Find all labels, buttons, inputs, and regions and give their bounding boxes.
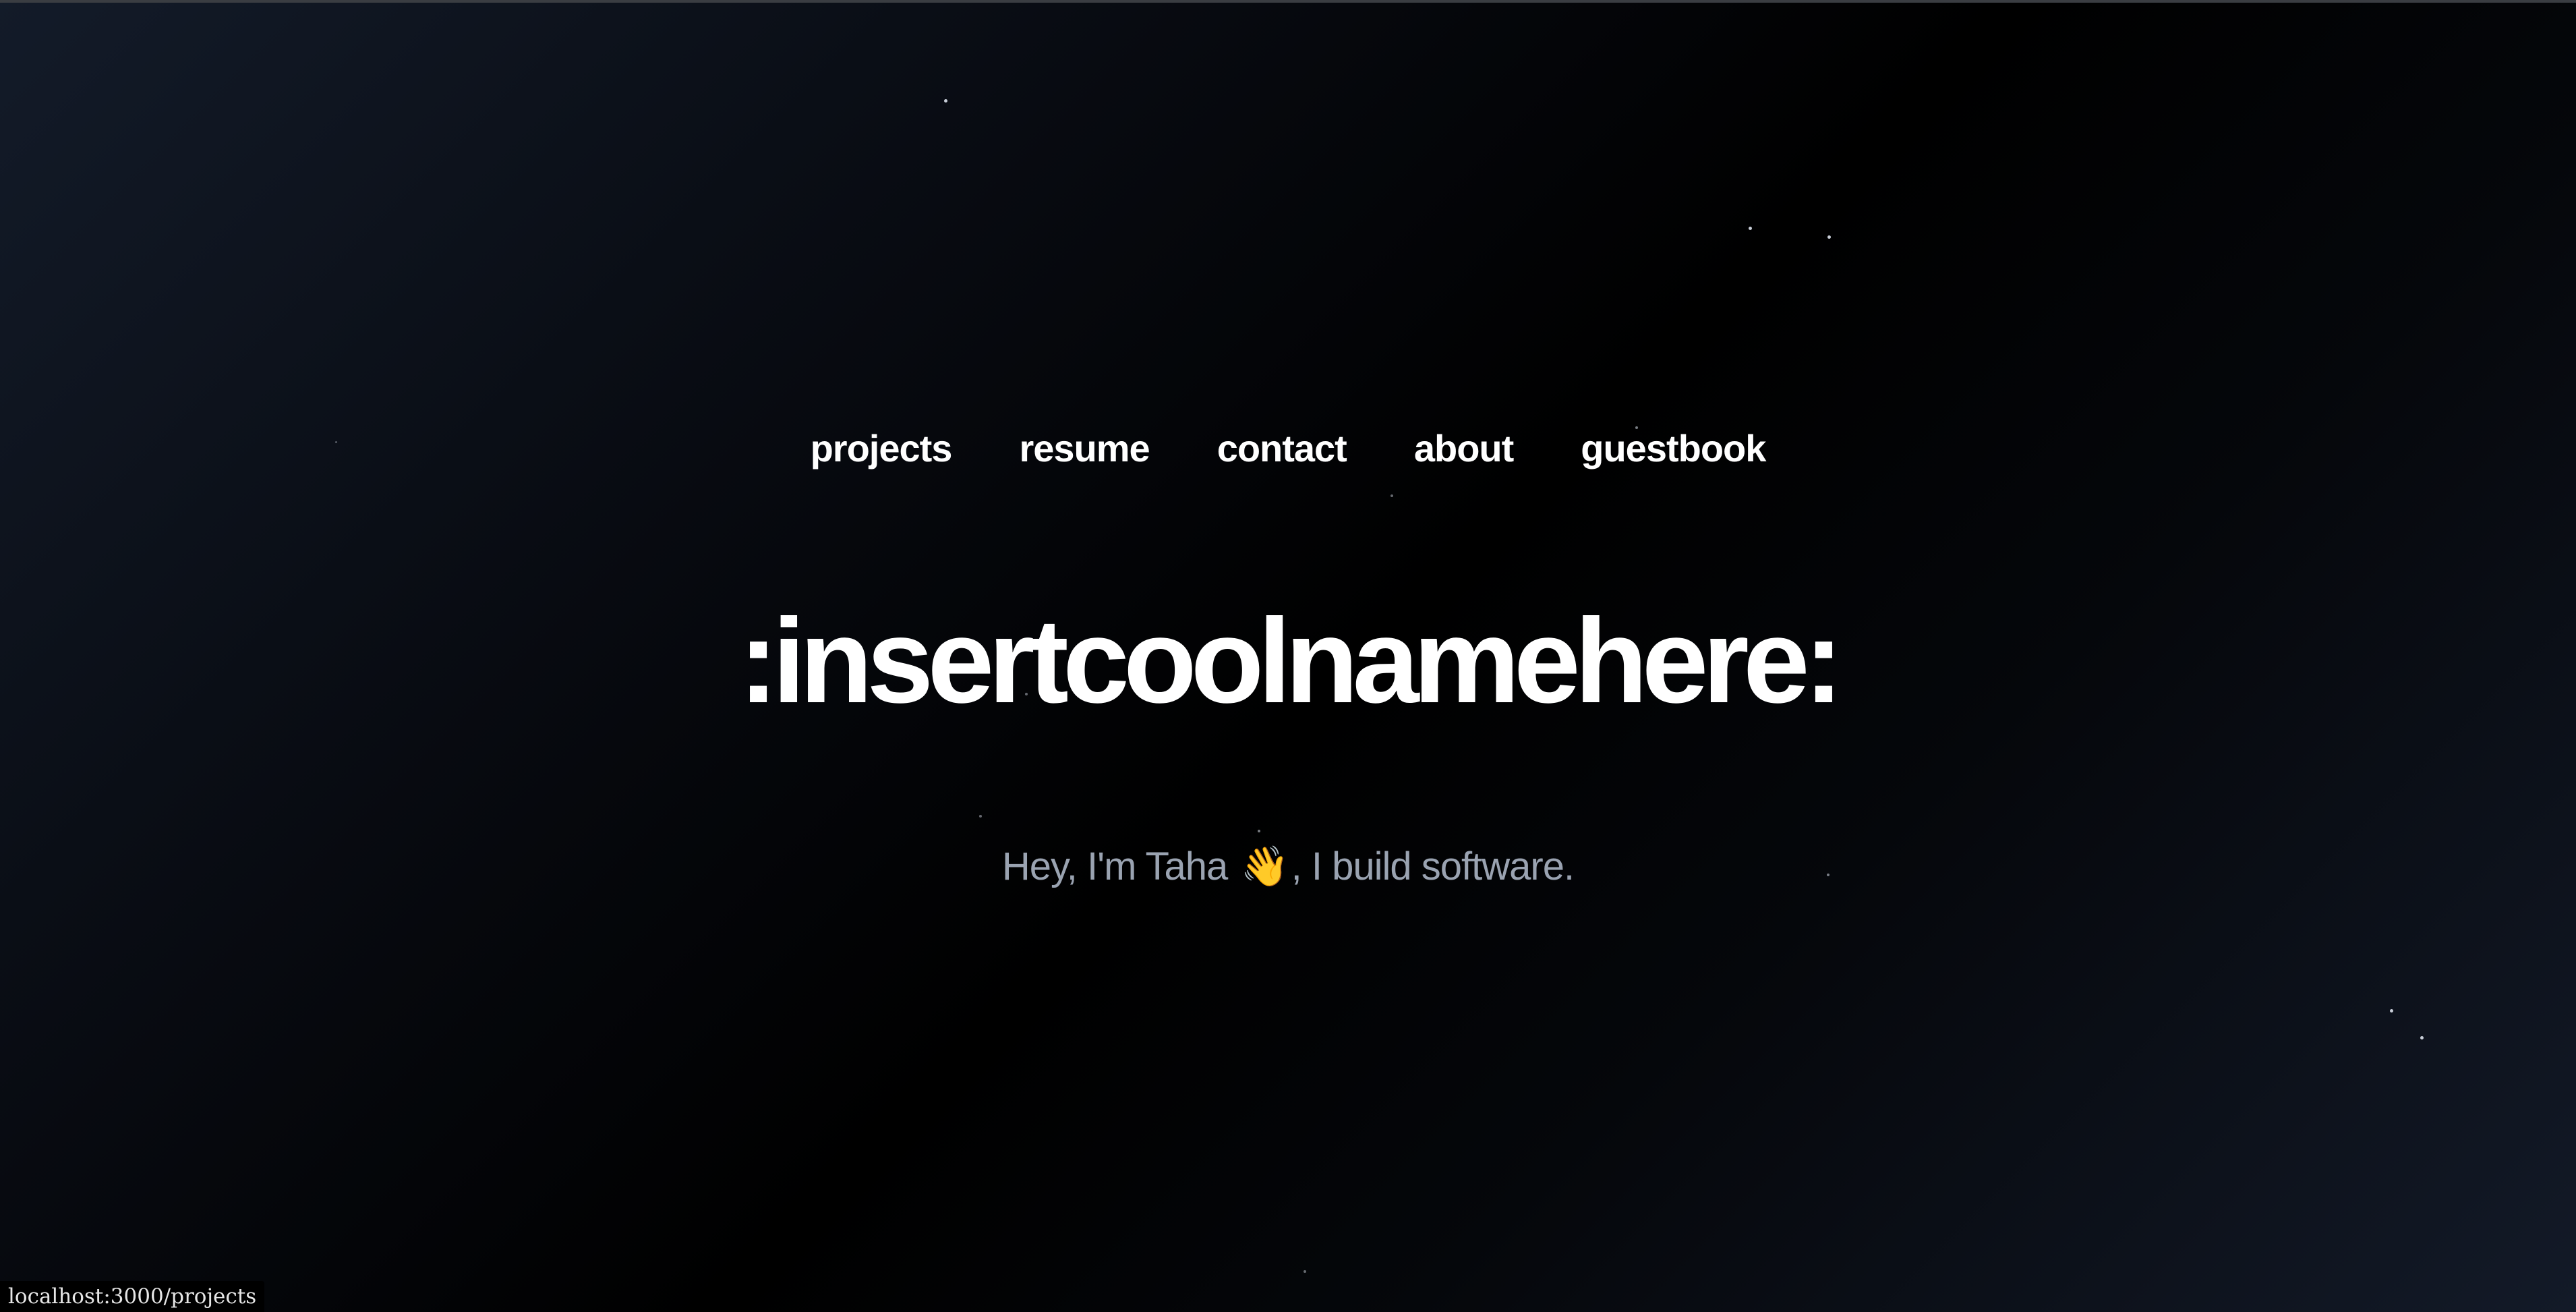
main-nav: projects resume contact about guestbook xyxy=(0,422,2576,476)
star xyxy=(2390,1009,2393,1012)
browser-top-border xyxy=(0,0,2576,3)
nav-link-projects[interactable]: projects xyxy=(811,422,953,476)
star xyxy=(1827,235,1831,239)
star xyxy=(2420,1036,2424,1039)
star xyxy=(1749,227,1752,230)
star xyxy=(1258,830,1260,832)
waving-hand-emoji: 👋 xyxy=(1240,845,1289,888)
tagline-text-start: Hey, I'm Taha xyxy=(1001,845,1238,888)
star xyxy=(944,99,947,103)
star xyxy=(1304,1270,1306,1273)
tagline-text-end: , I build software. xyxy=(1291,845,1575,888)
nav-link-resume[interactable]: resume xyxy=(1019,422,1150,476)
nav-link-guestbook[interactable]: guestbook xyxy=(1581,422,1766,476)
star xyxy=(979,815,982,818)
tagline: Hey, I'm Taha 👋, I build software. xyxy=(0,836,2576,897)
nav-link-contact[interactable]: contact xyxy=(1217,422,1347,476)
nav-link-about[interactable]: about xyxy=(1414,422,1514,476)
status-bar-url: localhost:3000/projects xyxy=(0,1281,265,1312)
star xyxy=(1391,494,1393,497)
page-title: :insertcoolnamehere: xyxy=(738,594,1844,728)
